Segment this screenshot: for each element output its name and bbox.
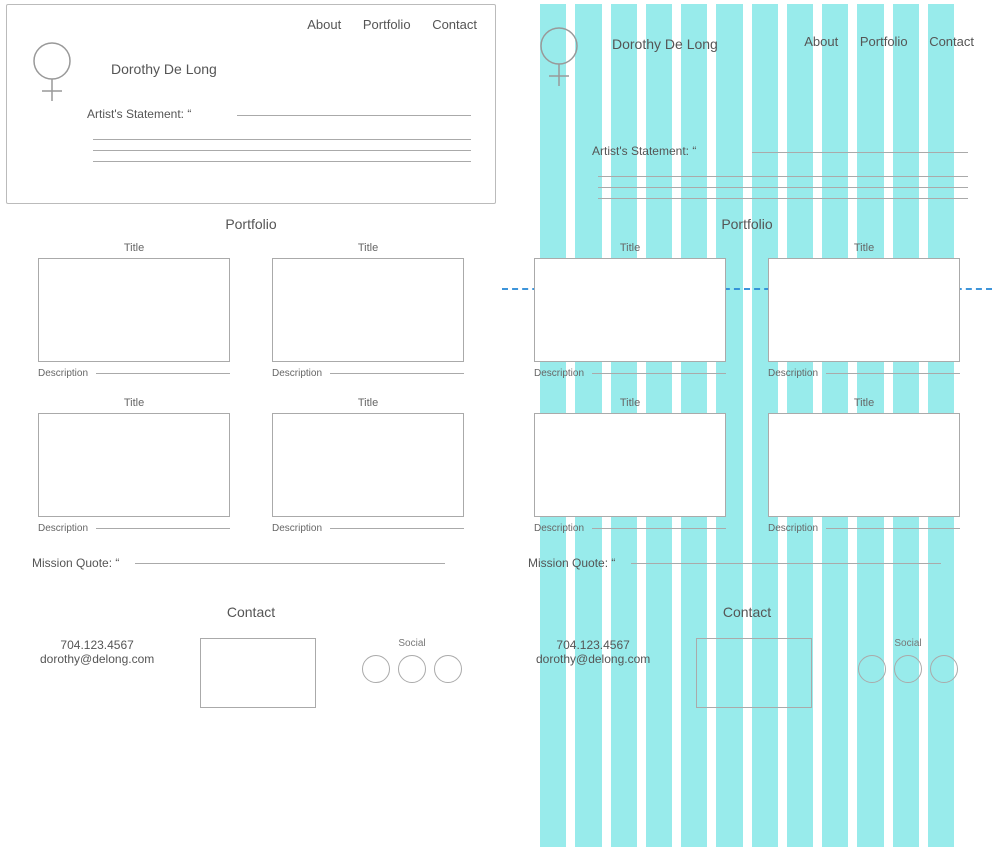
image-placeholder[interactable] (768, 413, 960, 517)
nav-about[interactable]: About (307, 17, 341, 32)
social-icon[interactable] (362, 655, 390, 683)
social-icon[interactable] (434, 655, 462, 683)
venus-symbol-icon (538, 26, 580, 95)
card-description-label: Description (38, 368, 88, 379)
portfolio-card: Title Description (272, 397, 464, 534)
image-placeholder[interactable] (768, 258, 960, 362)
portfolio-grid: Title Description Title Description Titl… (502, 242, 992, 534)
text-rule (96, 528, 230, 529)
image-placeholder[interactable] (534, 413, 726, 517)
card-title: Title (768, 242, 960, 254)
contact-phone: 704.123.4567 (536, 638, 650, 652)
artist-statement-label: Artist's Statement: “ (87, 107, 191, 121)
social-label: Social (362, 638, 462, 649)
contact-email: dorothy@delong.com (536, 652, 650, 666)
image-placeholder[interactable] (272, 413, 464, 517)
card-description-label: Description (534, 368, 584, 379)
venus-symbol-icon (31, 41, 73, 110)
nav-contact[interactable]: Contact (929, 34, 974, 49)
portfolio-card: Title Description (534, 397, 726, 534)
contact-heading: Contact (6, 604, 496, 620)
text-rule (592, 528, 726, 529)
hero-frame: About Portfolio Contact Dorothy De Long … (6, 4, 496, 204)
top-nav: About Portfolio Contact (289, 17, 477, 32)
portfolio-grid: Title Description Title Description Titl… (6, 242, 496, 534)
wireframe-panel-right: About Portfolio Contact Dorothy De Long … (502, 4, 992, 847)
top-nav: About Portfolio Contact (786, 34, 974, 49)
image-placeholder[interactable] (534, 258, 726, 362)
contact-row: 704.123.4567 dorothy@delong.com Social (502, 620, 992, 708)
text-rule (330, 528, 464, 529)
artist-name: Dorothy De Long (111, 61, 217, 77)
card-title: Title (534, 242, 726, 254)
mission-quote-label: Mission Quote: “ (528, 556, 615, 570)
card-description-label: Description (534, 523, 584, 534)
social-icon[interactable] (930, 655, 958, 683)
wireframe-panel-left: About Portfolio Contact Dorothy De Long … (6, 4, 496, 847)
card-description-label: Description (272, 523, 322, 534)
portfolio-heading: Portfolio (6, 216, 496, 232)
image-placeholder[interactable] (38, 258, 230, 362)
portfolio-card: Title Description (768, 242, 960, 379)
social-label: Social (858, 638, 958, 649)
image-placeholder[interactable] (272, 258, 464, 362)
social-icon[interactable] (398, 655, 426, 683)
card-title: Title (272, 242, 464, 254)
image-placeholder[interactable] (38, 413, 230, 517)
portfolio-card: Title Description (534, 242, 726, 379)
portfolio-card: Title Description (38, 242, 230, 379)
nav-portfolio[interactable]: Portfolio (860, 34, 908, 49)
nav-about[interactable]: About (804, 34, 838, 49)
text-rule (631, 563, 941, 564)
portfolio-card: Title Description (272, 242, 464, 379)
text-rule (96, 373, 230, 374)
text-rule (598, 176, 968, 177)
map-placeholder[interactable] (696, 638, 812, 708)
card-title: Title (38, 397, 230, 409)
artist-statement-label: Artist's Statement: “ (592, 144, 696, 158)
nav-contact[interactable]: Contact (432, 17, 477, 32)
text-rule (826, 528, 960, 529)
nav-portfolio[interactable]: Portfolio (363, 17, 411, 32)
artist-name: Dorothy De Long (612, 36, 718, 52)
text-rule (237, 115, 471, 116)
contact-row: 704.123.4567 dorothy@delong.com Social (6, 620, 496, 708)
text-rule (598, 198, 968, 199)
card-title: Title (768, 397, 960, 409)
text-rule (826, 373, 960, 374)
card-description-label: Description (38, 523, 88, 534)
card-description-label: Description (272, 368, 322, 379)
social-icon[interactable] (894, 655, 922, 683)
text-rule (598, 187, 968, 188)
mission-quote-label: Mission Quote: “ (32, 556, 119, 570)
text-rule (135, 563, 445, 564)
card-description-label: Description (768, 523, 818, 534)
mission-quote-row: Mission Quote: “ (528, 556, 966, 570)
text-rule (752, 152, 968, 153)
social-icon[interactable] (858, 655, 886, 683)
text-rule (330, 373, 464, 374)
card-description-label: Description (768, 368, 818, 379)
hero-frame: About Portfolio Contact Dorothy De Long … (502, 4, 992, 204)
portfolio-card: Title Description (768, 397, 960, 534)
card-title: Title (272, 397, 464, 409)
text-rule (93, 139, 471, 140)
card-title: Title (38, 242, 230, 254)
text-rule (592, 373, 726, 374)
map-placeholder[interactable] (200, 638, 316, 708)
contact-phone: 704.123.4567 (40, 638, 154, 652)
contact-heading: Contact (502, 604, 992, 620)
portfolio-card: Title Description (38, 397, 230, 534)
contact-email: dorothy@delong.com (40, 652, 154, 666)
text-rule (93, 161, 471, 162)
text-rule (93, 150, 471, 151)
mission-quote-row: Mission Quote: “ (32, 556, 470, 570)
portfolio-heading: Portfolio (502, 216, 992, 232)
card-title: Title (534, 397, 726, 409)
